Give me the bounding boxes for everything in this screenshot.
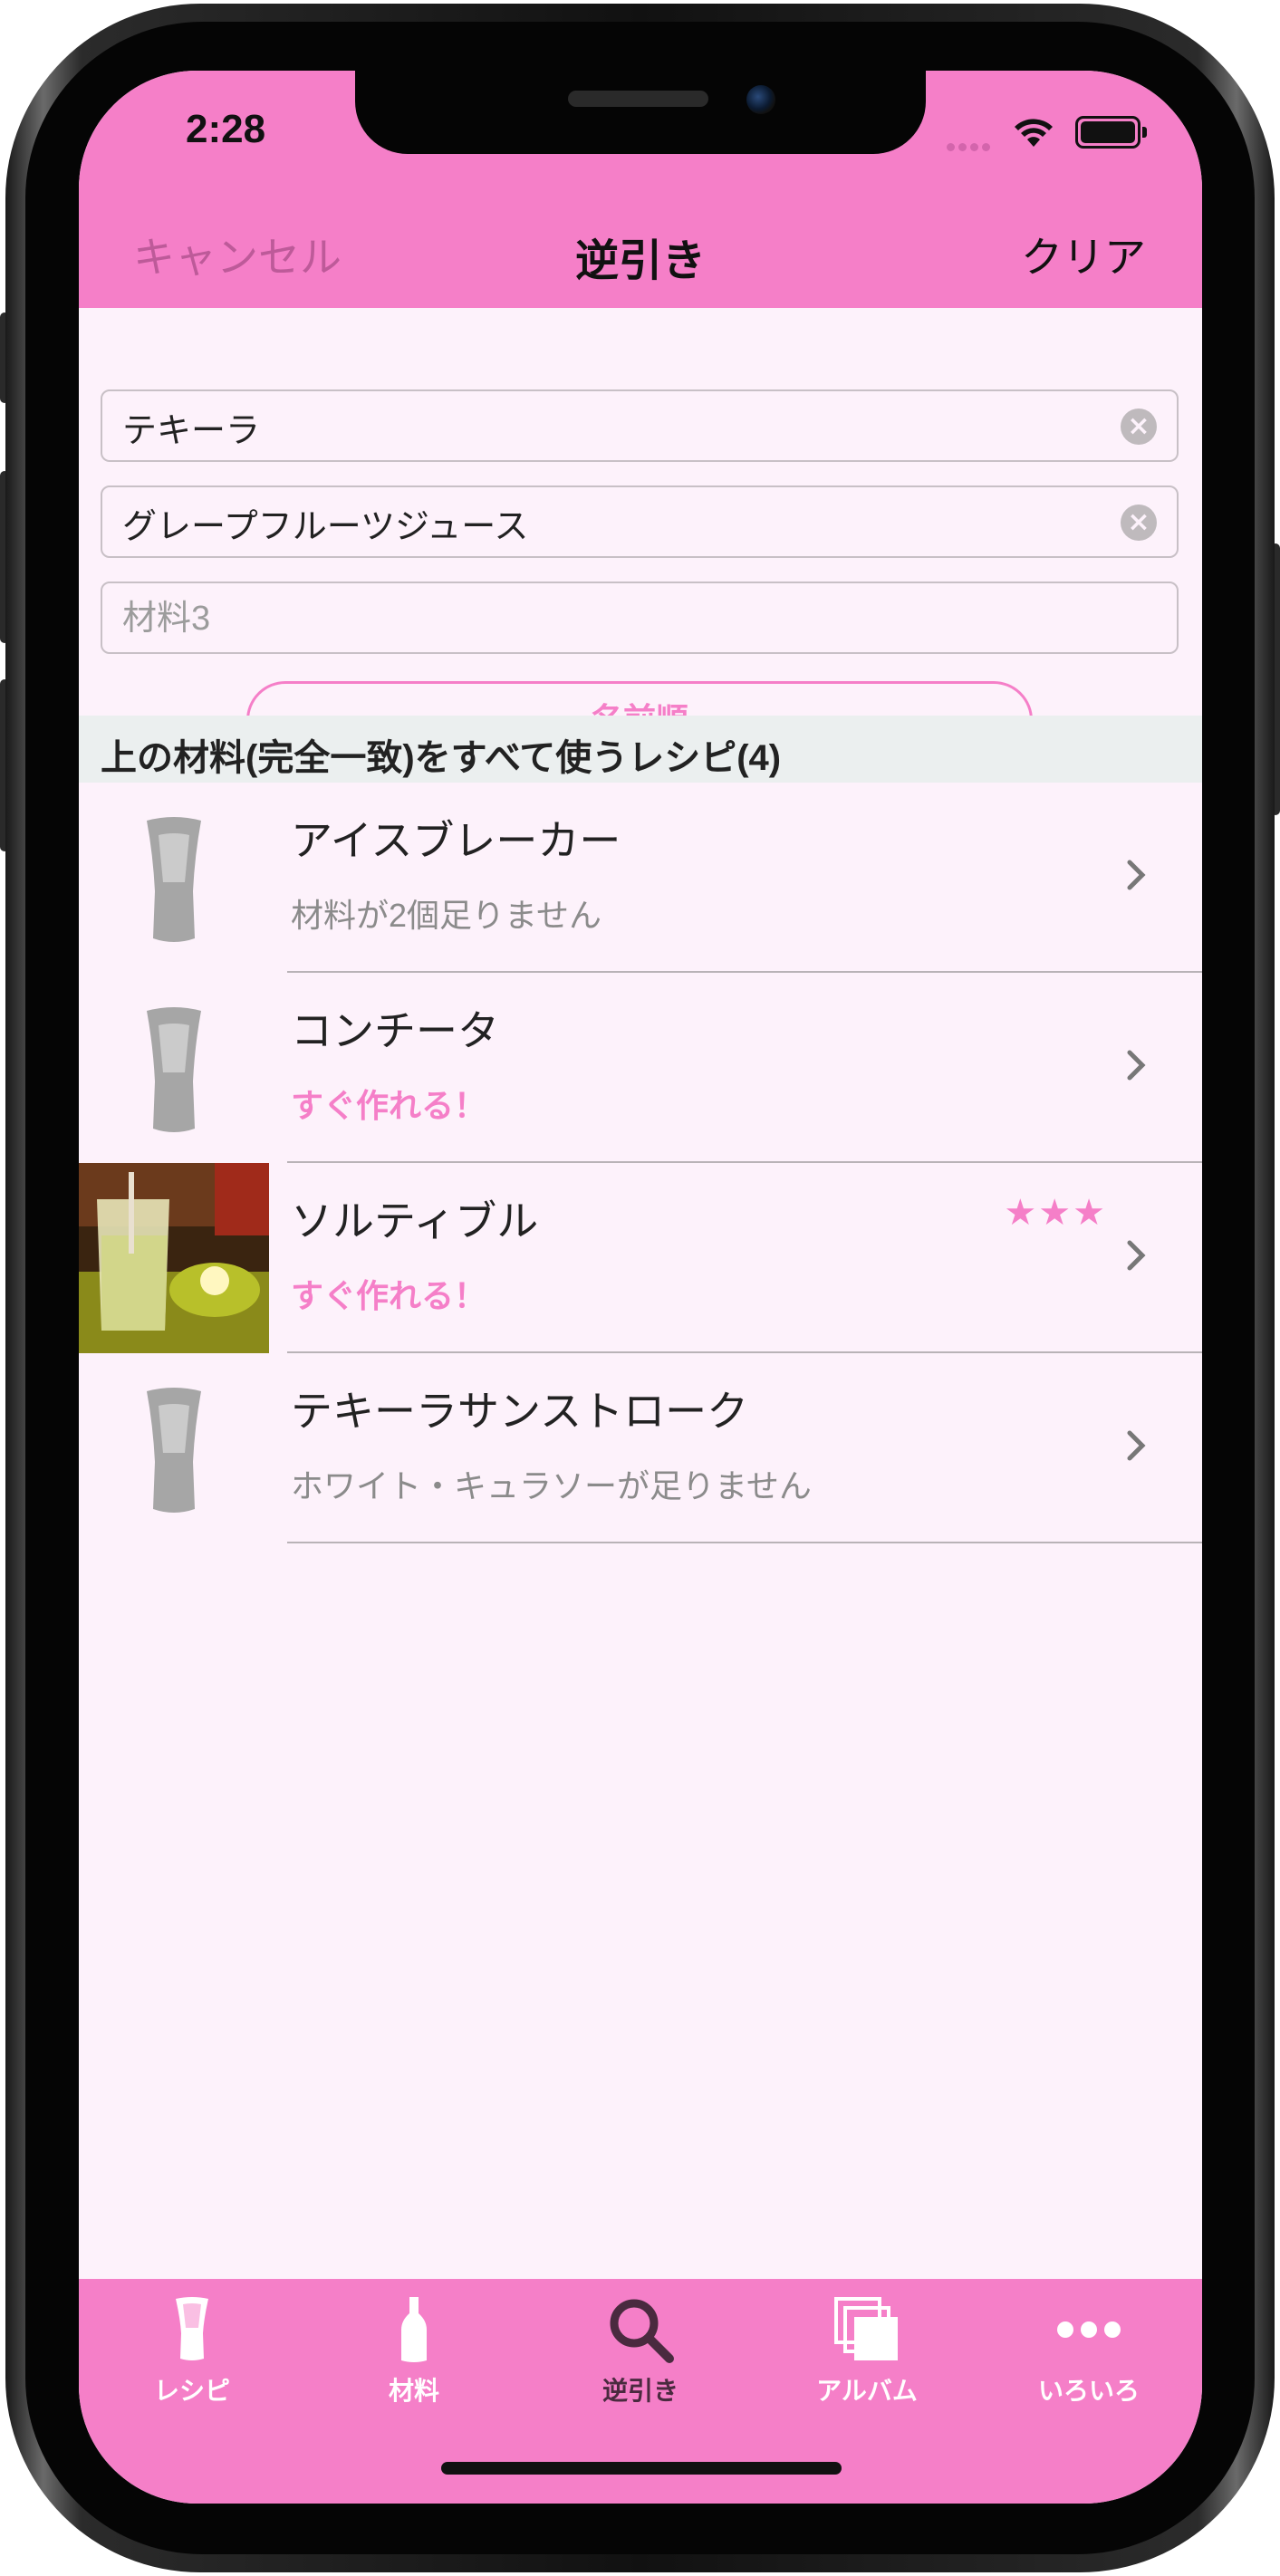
device-notch	[355, 71, 926, 154]
tab-recipes[interactable]: レシピ	[83, 2295, 301, 2408]
recipe-row[interactable]: アイスブレーカー 材料が2個足りません	[79, 783, 1202, 973]
recipe-name: テキーラサンストローク	[291, 1388, 749, 1435]
tab-label: 逆引き	[602, 2377, 678, 2405]
tab-album[interactable]: アルバム	[758, 2295, 976, 2408]
tab-label: 材料	[388, 2377, 439, 2405]
ingredient-field-3[interactable]	[101, 582, 1179, 654]
ingredient-input-2[interactable]	[120, 487, 1075, 558]
device-frame: 2:28 キャンセル 逆引き クリア × ×	[0, 0, 1280, 2576]
recipe-name: ソルティブル	[291, 1197, 539, 1245]
clear-button[interactable]: クリア	[1021, 225, 1146, 284]
recipe-status: 材料が2個足りません	[291, 897, 602, 934]
cellular-signal-icon	[947, 138, 994, 155]
results-section-title: 上の材料(完全一致)をすべて使うレシピ(4)	[101, 738, 782, 778]
recipe-row[interactable]: ソルティブル ★★★ すぐ作れる！	[79, 1163, 1202, 1353]
tab-label: いろいろ	[1037, 2377, 1140, 2405]
ingredient-input-3[interactable]	[120, 583, 1075, 654]
tab-label: アルバム	[816, 2377, 918, 2405]
recipe-status: すぐ作れる！	[291, 1277, 487, 1314]
tab-label: レシピ	[153, 2377, 230, 2405]
tab-reverse-search[interactable]: 逆引き	[532, 2295, 749, 2408]
front-camera	[746, 85, 775, 114]
search-icon	[610, 2299, 674, 2363]
ingredient-field-1[interactable]: ×	[101, 389, 1179, 462]
chevron-right-icon	[1127, 1050, 1146, 1081]
status-time: 2:28	[186, 107, 266, 151]
recipe-name: コンチータ	[291, 1007, 499, 1054]
glass-icon	[176, 2297, 208, 2360]
tab-more[interactable]: いろいろ	[980, 2295, 1198, 2408]
ingredient-field-2[interactable]: ×	[101, 485, 1179, 558]
cocktail-photo	[79, 1163, 269, 1353]
ingredient-search-area: × × 名前順	[79, 308, 1202, 759]
navigation-bar: キャンセル 逆引き クリア	[79, 207, 1202, 308]
clear-field-2-icon[interactable]: ×	[1121, 505, 1157, 541]
glass-placeholder-icon	[147, 1388, 201, 1513]
tab-ingredients[interactable]: 材料	[305, 2295, 523, 2408]
album-icon	[834, 2297, 898, 2360]
recipe-row[interactable]: コンチータ すぐ作れる！	[79, 973, 1202, 1163]
chevron-right-icon	[1127, 1430, 1146, 1461]
ingredient-input-1[interactable]	[120, 391, 1075, 462]
recipe-row[interactable]: テキーラサンストローク ホワイト・キュラソーが足りません	[79, 1353, 1202, 1543]
more-dots-icon	[1057, 2321, 1121, 2338]
chevron-right-icon	[1127, 860, 1146, 890]
clear-field-1-icon[interactable]: ×	[1121, 409, 1157, 445]
glass-placeholder-icon	[147, 1007, 201, 1132]
wifi-icon	[1015, 119, 1053, 147]
chevron-right-icon	[1127, 1240, 1146, 1271]
glass-placeholder-icon	[147, 817, 201, 942]
recipe-name: アイスブレーカー	[291, 817, 621, 864]
bottle-icon	[401, 2297, 427, 2362]
rating-stars: ★★★	[1004, 1192, 1107, 1234]
app-screen: 2:28 キャンセル 逆引き クリア × ×	[79, 71, 1202, 2504]
results-section-header: 上の材料(完全一致)をすべて使うレシピ(4)	[79, 716, 1202, 783]
home-indicator[interactable]	[441, 2462, 842, 2475]
battery-icon	[1075, 116, 1147, 149]
recipe-status: すぐ作れる！	[291, 1087, 487, 1124]
recipe-status: ホワイト・キュラソーが足りません	[291, 1467, 812, 1504]
